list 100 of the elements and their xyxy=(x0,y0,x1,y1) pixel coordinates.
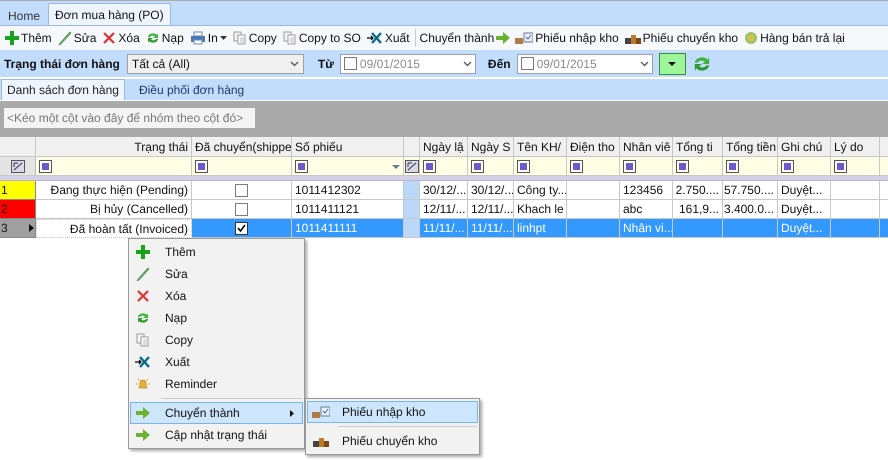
document-copy-icon xyxy=(232,31,247,45)
table-cell xyxy=(567,181,620,200)
arrow-icon xyxy=(136,407,150,419)
checkbox[interactable] xyxy=(235,202,248,216)
tab[interactable]: Điều phối đơn hàng xyxy=(124,79,258,100)
refresh-icon xyxy=(146,31,160,45)
filter-icon[interactable] xyxy=(726,160,739,173)
dropdown-button[interactable] xyxy=(658,52,686,74)
arrow-icon xyxy=(496,32,510,44)
table-cell: 3.400.0... xyxy=(723,200,778,219)
filter-icon[interactable] xyxy=(781,160,794,173)
plus-icon xyxy=(136,245,150,259)
table-cell: 2.750.... xyxy=(673,181,723,200)
boxes-icon xyxy=(313,435,329,447)
filter-icon[interactable] xyxy=(423,160,436,173)
tab[interactable]: Home xyxy=(2,6,46,25)
menu-item[interactable]: Xóa xyxy=(130,285,303,307)
caret-icon xyxy=(220,36,227,40)
plus-icon xyxy=(5,31,19,45)
table-cell: Duyệt... xyxy=(778,219,831,238)
row-header[interactable]: 1 xyxy=(0,181,36,200)
table-cell: 1011411111 xyxy=(292,219,404,238)
from-label: Từ xyxy=(318,56,334,72)
toolbar-button[interactable]: Phiếu chuyển kho xyxy=(624,29,740,47)
table-cell: Công ty... xyxy=(514,181,567,200)
toolbar-button[interactable]: Xuất xyxy=(366,29,411,47)
table-cell: 11/11/... xyxy=(468,219,514,238)
table-cell xyxy=(567,219,620,238)
chevron-down-icon xyxy=(462,60,472,66)
menu-item[interactable]: Copy xyxy=(130,329,303,351)
toolbar-button[interactable]: In xyxy=(188,29,228,47)
filter-icon[interactable] xyxy=(39,160,52,173)
table-cell: Đã hoàn tất (Invoiced) xyxy=(36,219,192,238)
group-by-hint: <Kéo một cột vào đây để nhóm theo cột đó> xyxy=(4,108,255,128)
table-cell xyxy=(673,219,723,238)
toolbar-button[interactable]: Phiếu nhập kho xyxy=(514,29,620,47)
menu-item[interactable]: Nạp xyxy=(130,307,303,329)
tab[interactable]: Danh sách đơn hàng xyxy=(1,79,125,100)
pencil-icon xyxy=(136,267,150,281)
toolbar-button[interactable]: Hàng bán trả lại xyxy=(743,29,846,47)
table-cell: Khach le xyxy=(514,200,567,219)
row-header[interactable]: 3 xyxy=(0,219,36,238)
caret-icon xyxy=(668,62,676,66)
toolbar-button[interactable]: Xóa xyxy=(101,29,141,47)
table-cell: Duyệt... xyxy=(778,200,831,219)
status-label: Trạng thái đơn hàng xyxy=(4,56,120,72)
filter-icon[interactable] xyxy=(195,160,208,173)
menu-item[interactable]: Phiếu chuyển kho xyxy=(307,430,478,452)
table-cell xyxy=(404,181,420,200)
table-cell xyxy=(831,181,880,200)
table-cell: 12/11/... xyxy=(468,200,514,219)
checkbox[interactable] xyxy=(235,184,248,196)
row-header[interactable]: 2 xyxy=(0,200,36,219)
status-dropdown[interactable]: Tất cả (All) xyxy=(126,54,304,74)
toolbar-button[interactable]: Nạp xyxy=(144,29,185,47)
chevron-down-icon xyxy=(640,60,649,66)
table-cell xyxy=(831,219,880,238)
filter-icon[interactable] xyxy=(834,160,847,173)
menu-item[interactable]: Reminder xyxy=(130,373,303,395)
tab[interactable]: Đơn mua hàng (PO) xyxy=(48,3,171,25)
boxes-icon xyxy=(624,32,641,44)
toolbar-button[interactable]: Copy xyxy=(232,29,278,47)
filter-icon[interactable] xyxy=(623,160,636,173)
checkbox[interactable] xyxy=(235,222,248,234)
toolbar-button[interactable]: Copy to SO xyxy=(282,29,362,47)
table-cell: linhpt xyxy=(514,219,567,238)
menu-item[interactable]: Sửa xyxy=(130,263,303,285)
export-icon xyxy=(366,31,383,45)
toolbar-button[interactable]: Sửa xyxy=(56,29,98,47)
toolbar-button[interactable]: Thêm xyxy=(4,29,53,47)
convert-label: Chuyển thành xyxy=(420,30,494,47)
table-cell: Bị hủy (Cancelled) xyxy=(36,200,192,219)
table-cell: 11/11/... xyxy=(420,219,468,238)
filter-icon[interactable] xyxy=(471,160,484,173)
menu-item[interactable]: Chuyển thành xyxy=(130,402,303,424)
filter-icon[interactable] xyxy=(295,160,308,173)
table-cell xyxy=(831,200,880,219)
filter-icon[interactable] xyxy=(676,160,689,173)
table-cell xyxy=(404,200,420,219)
menu-item[interactable]: Xuất xyxy=(130,351,303,373)
table-cell: 57.750.... xyxy=(723,181,778,200)
printer-icon xyxy=(190,31,206,45)
table-cell: 123456 xyxy=(620,181,673,200)
filter-edit-icon[interactable] xyxy=(10,160,24,172)
checkbox[interactable] xyxy=(520,57,534,70)
filter-icon[interactable] xyxy=(570,160,583,173)
table-cell: 30/12/... xyxy=(468,181,514,200)
filter-edit-icon[interactable] xyxy=(404,160,418,172)
filter-icon[interactable] xyxy=(517,160,530,173)
check-icon xyxy=(237,224,246,232)
menu-item[interactable]: Cập nhật trạng thái xyxy=(130,424,303,446)
table-cell: Duyệt... xyxy=(778,181,831,200)
warehouse-icon xyxy=(515,32,534,44)
menu-item[interactable]: Thêm xyxy=(130,241,303,263)
warehouse-icon xyxy=(312,406,330,418)
caret-icon[interactable] xyxy=(392,164,400,168)
menu-item[interactable]: Phiếu nhập kho xyxy=(307,401,478,423)
table-cell: Đang thực hiện (Pending) xyxy=(36,181,192,200)
checkbox[interactable] xyxy=(344,57,357,70)
table-cell: 161,9... xyxy=(673,200,723,219)
